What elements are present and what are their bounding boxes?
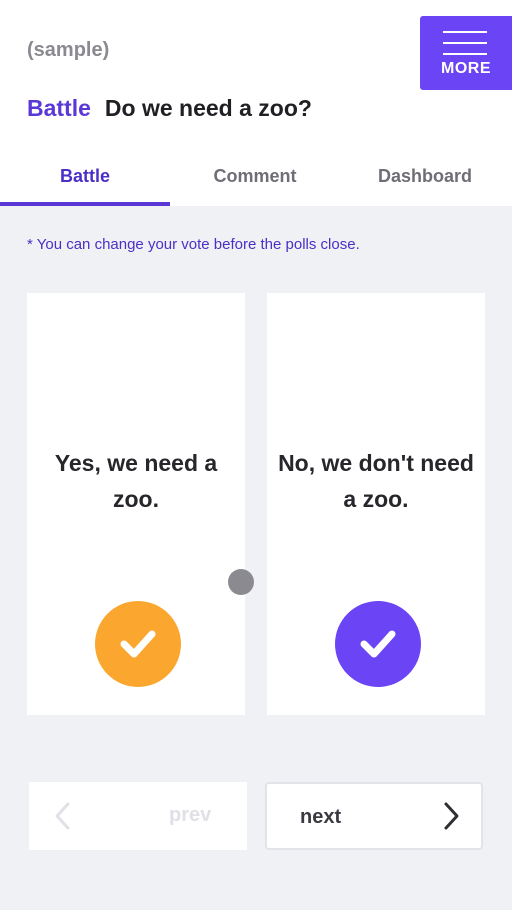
tab-dashboard[interactable]: Dashboard <box>340 160 510 206</box>
tab-battle[interactable]: Battle <box>0 160 170 206</box>
chevron-left-icon <box>55 802 70 830</box>
more-label: MORE <box>441 60 491 77</box>
option-text-yes: Yes, we need a zoo. <box>54 450 218 512</box>
sample-label: (sample) <box>27 39 110 61</box>
option-card-no[interactable]: No, we don't need a zoo. <box>267 293 485 715</box>
tab-comment[interactable]: Comment <box>170 160 340 206</box>
vote-button-no[interactable] <box>335 601 421 687</box>
page-title: Battle Do we need a zoo? <box>27 95 312 122</box>
next-button[interactable]: next <box>265 782 483 850</box>
option-text-no: No, we don't need a zoo. <box>278 450 474 512</box>
divider-dot <box>228 569 254 595</box>
header: (sample) MORE Battle Do we need a zoo? Ba… <box>0 0 512 206</box>
prev-button[interactable]: prev <box>29 782 247 850</box>
option-card-yes[interactable]: Yes, we need a zoo. <box>27 293 245 715</box>
title-tag: Battle <box>27 95 91 121</box>
next-label: next <box>300 806 342 828</box>
check-icon <box>120 630 156 658</box>
tab-bar: Battle Comment Dashboard <box>0 160 512 206</box>
vote-button-yes[interactable] <box>95 601 181 687</box>
chevron-right-icon <box>444 802 459 830</box>
title-text: Do we need a zoo? <box>104 95 312 121</box>
more-menu-button[interactable]: MORE <box>420 16 512 90</box>
vote-notice: * You can change your vote before the po… <box>27 236 360 253</box>
check-icon <box>360 630 396 658</box>
prev-label: prev <box>169 804 212 826</box>
